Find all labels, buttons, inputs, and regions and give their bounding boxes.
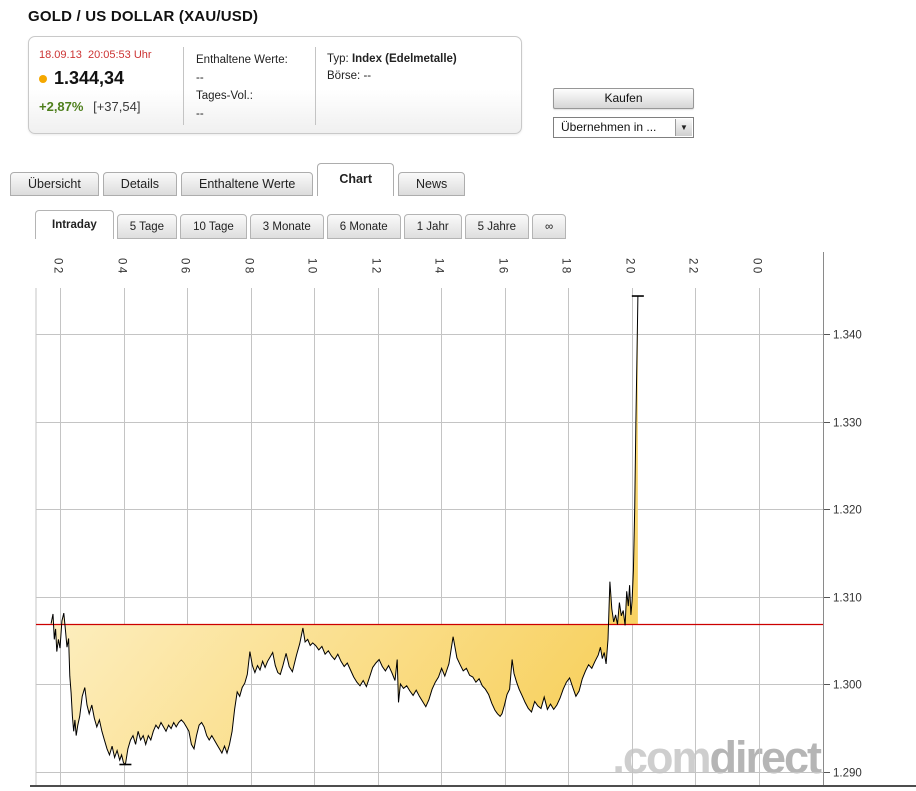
time-tick-label: 18	[560, 258, 572, 276]
price-tick-label: 1.320	[833, 505, 862, 517]
time-tick-label: 04	[116, 258, 128, 276]
time-tick-label: 20	[624, 258, 636, 276]
price-tick-label: 1.290	[833, 768, 862, 780]
price-tick-label: 1.310	[833, 593, 862, 605]
time-tick-label: 10	[306, 258, 318, 276]
time-tick-label: 12	[370, 258, 382, 276]
time-tick-label: 14	[433, 258, 445, 276]
time-tick-label: 06	[179, 258, 191, 276]
price-tick-label: 1.340	[833, 330, 862, 342]
time-tick-label: 22	[687, 258, 699, 276]
intraday-chart: 02 04 06 08 10 12 14 16 18 20 22 00 1.340 1.330 1.320 1…	[35, 252, 862, 786]
time-tick-label: 00	[751, 258, 763, 276]
price-tick-label: 1.300	[833, 680, 862, 692]
time-tick-label: 16	[497, 258, 509, 276]
time-tick-label: 08	[243, 258, 255, 276]
price-area-fill	[51, 296, 638, 765]
price-tick-label: 1.330	[833, 418, 862, 430]
chart-bottom-border	[30, 785, 916, 787]
time-tick-label: 02	[52, 258, 64, 276]
